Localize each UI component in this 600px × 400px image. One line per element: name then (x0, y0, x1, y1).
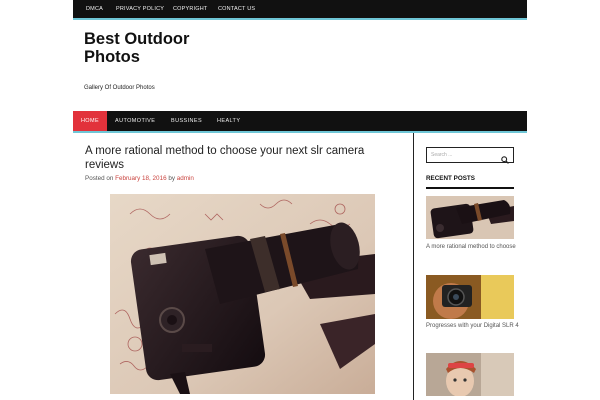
site-title[interactable]: Best Outdoor Photos (84, 30, 204, 66)
nav-healty[interactable]: HEALTY (217, 111, 240, 131)
search-form (426, 147, 514, 164)
recent-post-thumbnail[interactable] (426, 353, 514, 396)
recent-post-thumbnail[interactable] (426, 275, 514, 319)
site-tagline: Gallery Of Outdoor Photos (84, 85, 155, 91)
post-date-link[interactable]: February 18, 2016 (115, 175, 166, 182)
meta-prefix: Posted on (85, 175, 114, 182)
search-icon[interactable] (501, 151, 509, 164)
nav-automotive[interactable]: AUTOMOTIVE (115, 111, 155, 131)
topnav-contact-us[interactable]: CONTACT US (218, 6, 255, 12)
recent-post-link[interactable]: A more rational method to choose (426, 243, 521, 252)
recent-posts-title: RECENT POSTS (426, 175, 514, 189)
recent-post-thumbnail[interactable] (426, 196, 514, 239)
search-input[interactable] (431, 148, 495, 162)
featured-image-camera[interactable] (110, 194, 375, 394)
post-meta: Posted on February 18, 2016 by admin (85, 175, 194, 182)
topnav-copyright[interactable]: COPYRIGHT (173, 6, 208, 12)
topnav-dmca[interactable]: DMCA (86, 6, 103, 12)
post-author-link[interactable]: admin (177, 175, 194, 182)
page: DMCA PRIVACY POLICY COPYRIGHT CONTACT US… (73, 0, 527, 400)
meta-by: by (168, 175, 175, 182)
main-navigation: HOME AUTOMOTIVE BUSSINES HEALTY (73, 111, 527, 133)
nav-bussines[interactable]: BUSSINES (171, 111, 202, 131)
top-navigation: DMCA PRIVACY POLICY COPYRIGHT CONTACT US (73, 0, 527, 20)
sidebar-divider (413, 133, 414, 400)
nav-home[interactable]: HOME (73, 111, 107, 131)
recent-post-link[interactable]: Progresses with your Digital SLR 4 (426, 322, 521, 331)
topnav-privacy-policy[interactable]: PRIVACY POLICY (116, 6, 164, 12)
post-title[interactable]: A more rational method to choose your ne… (85, 145, 405, 172)
